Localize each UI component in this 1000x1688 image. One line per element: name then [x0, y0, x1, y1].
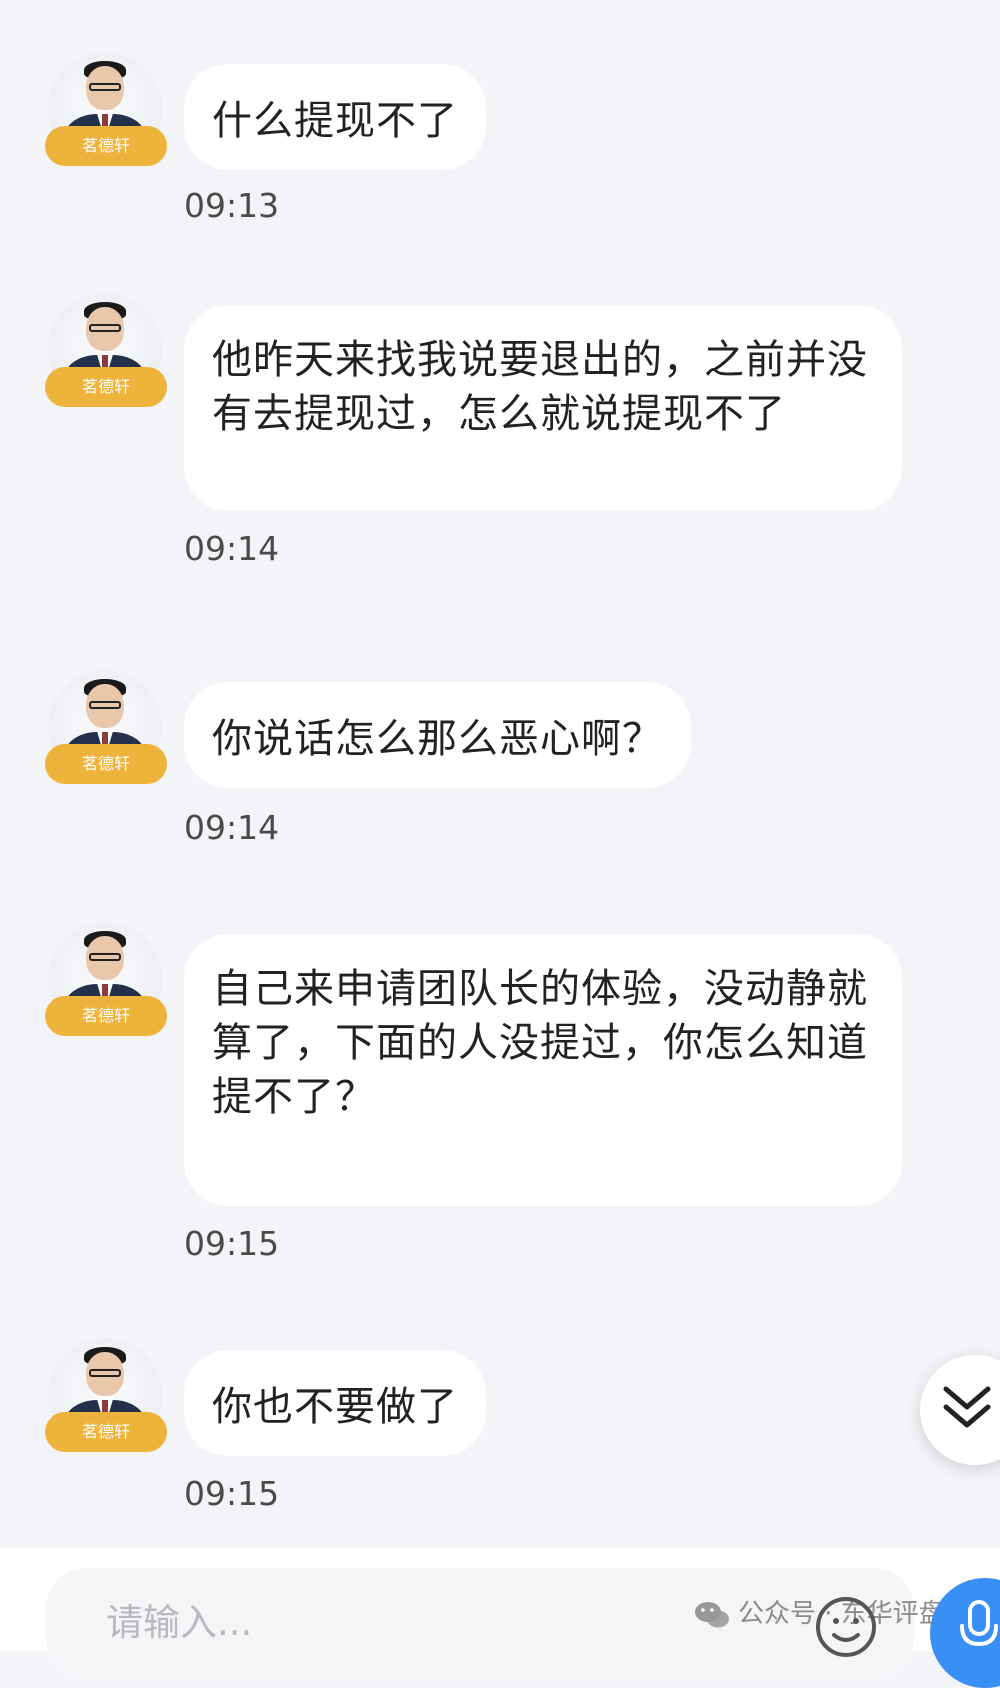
- sender-name-badge: 茗德轩: [45, 126, 167, 166]
- sender-name-badge: 茗德轩: [45, 367, 167, 407]
- message-time: 09:15: [184, 1474, 280, 1513]
- wechat-icon: [695, 1601, 729, 1627]
- message-bubble[interactable]: 你也不要做了: [184, 1350, 486, 1456]
- avatar-glasses: [89, 1369, 121, 1377]
- message-bubble[interactable]: 他昨天来找我说要退出的，之前并没有去提现过，怎么就说提现不了: [184, 305, 902, 511]
- microphone-icon: [960, 1600, 998, 1647]
- message-time: 09:13: [184, 186, 280, 225]
- message-time: 09:14: [184, 808, 280, 847]
- message-bubble[interactable]: 自己来申请团队长的体验，没动静就算了，下面的人没提过，你怎么知道提不了？: [184, 934, 902, 1206]
- message-bubble[interactable]: 你说话怎么那么恶心啊？: [184, 682, 691, 788]
- message-input[interactable]: [104, 1596, 608, 1648]
- smiley-icon: [816, 1597, 876, 1657]
- avatar-glasses: [89, 701, 121, 709]
- emoji-button[interactable]: [814, 1595, 878, 1659]
- sender-name-badge: 茗德轩: [45, 744, 167, 784]
- sender-name-badge: 茗德轩: [45, 996, 167, 1036]
- double-chevron-down-icon: [943, 1386, 991, 1428]
- message-time: 09:15: [184, 1224, 280, 1263]
- sender-name-badge: 茗德轩: [45, 1412, 167, 1452]
- avatar-glasses: [89, 83, 121, 91]
- message-time: 09:14: [184, 529, 280, 568]
- scroll-to-bottom-button[interactable]: [920, 1355, 1000, 1465]
- message-bubble[interactable]: 什么提现不了: [184, 64, 486, 170]
- avatar-glasses: [89, 953, 121, 961]
- avatar-glasses: [89, 324, 121, 332]
